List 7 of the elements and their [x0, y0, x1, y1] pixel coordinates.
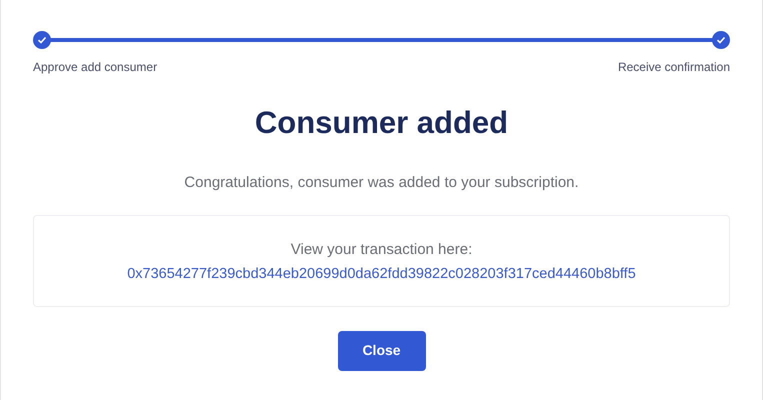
dialog-title: Consumer added [254, 105, 508, 140]
step-label: Approve add consumer [33, 59, 158, 76]
transaction-label: View your transaction here: [290, 240, 472, 258]
success-message: Congratulations, consumer was added to your subscription. [184, 174, 579, 190]
step-label: Receive confirmation [618, 59, 730, 76]
transaction-link[interactable]: 0x73654277f239cbd344eb20699d0da62fdd39822c028203f317ced44460b8bff5 [127, 266, 636, 282]
close-button[interactable]: Close [338, 330, 426, 370]
